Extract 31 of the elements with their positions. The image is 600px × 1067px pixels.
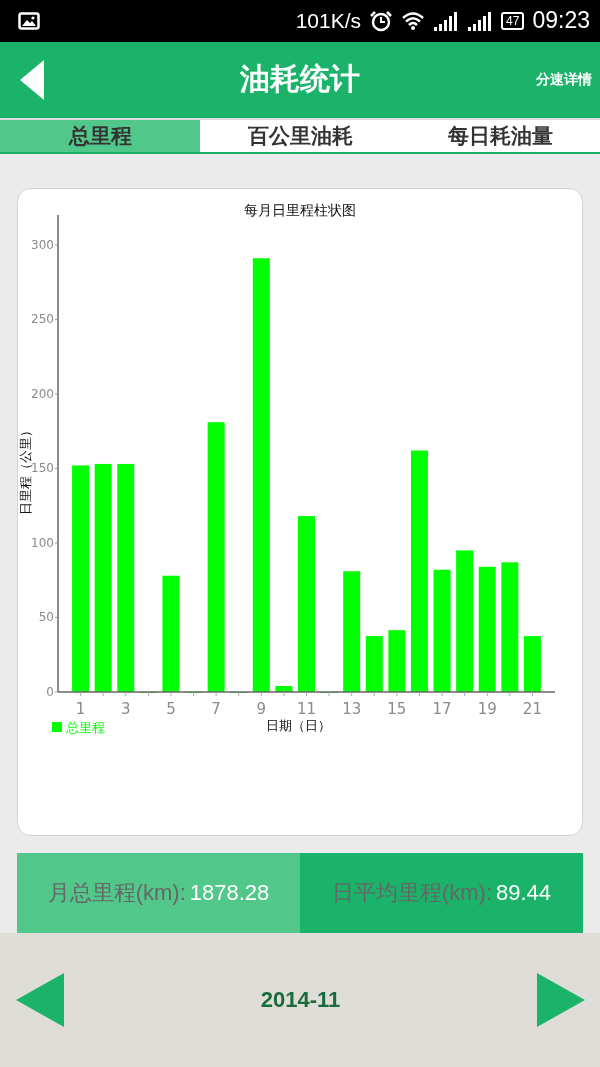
x-tick-label: 17 — [432, 700, 452, 719]
y-tick-label: 0 — [46, 685, 54, 700]
legend-label: 总里程 — [66, 720, 105, 736]
battery-indicator: 47 — [501, 11, 525, 30]
y-tick-label: 200 — [31, 387, 54, 402]
clock-time: 09:23 — [532, 7, 590, 35]
y-tick-label: 300 — [31, 238, 54, 253]
x-tick-label: 1 — [75, 700, 86, 719]
page-title: 油耗统计 — [239, 60, 361, 99]
summary-value: 89.44 — [496, 880, 552, 907]
x-tick-label: 21 — [522, 700, 542, 719]
x-tick-label: 5 — [166, 700, 176, 719]
summary-value: 1878.28 — [189, 880, 270, 907]
y-tick-label: 50 — [38, 610, 54, 625]
x-tick-label: 15 — [387, 700, 407, 719]
x-tick-label: 7 — [211, 700, 221, 719]
summary-label: 日平均里程(km): — [331, 879, 492, 908]
y-axis-label: 日里程（公里） — [18, 424, 33, 515]
month-label: 2014-11 — [260, 987, 341, 1014]
x-tick-label: 9 — [256, 700, 267, 719]
summary-label: 月总里程(km): — [47, 879, 186, 908]
x-axis-label: 日期（日） — [265, 718, 331, 734]
y-tick-label: 150 — [31, 461, 54, 476]
x-tick-label: 3 — [121, 700, 131, 719]
x-tick-label: 11 — [296, 700, 317, 719]
chart-title: 每月日里程柱状图 — [244, 202, 356, 219]
y-tick-label: 250 — [31, 312, 54, 327]
x-tick-label: 19 — [477, 700, 497, 719]
x-tick-label: 13 — [342, 700, 362, 719]
y-tick-label: 100 — [31, 536, 54, 551]
network-speed: 101K/s — [295, 8, 362, 33]
